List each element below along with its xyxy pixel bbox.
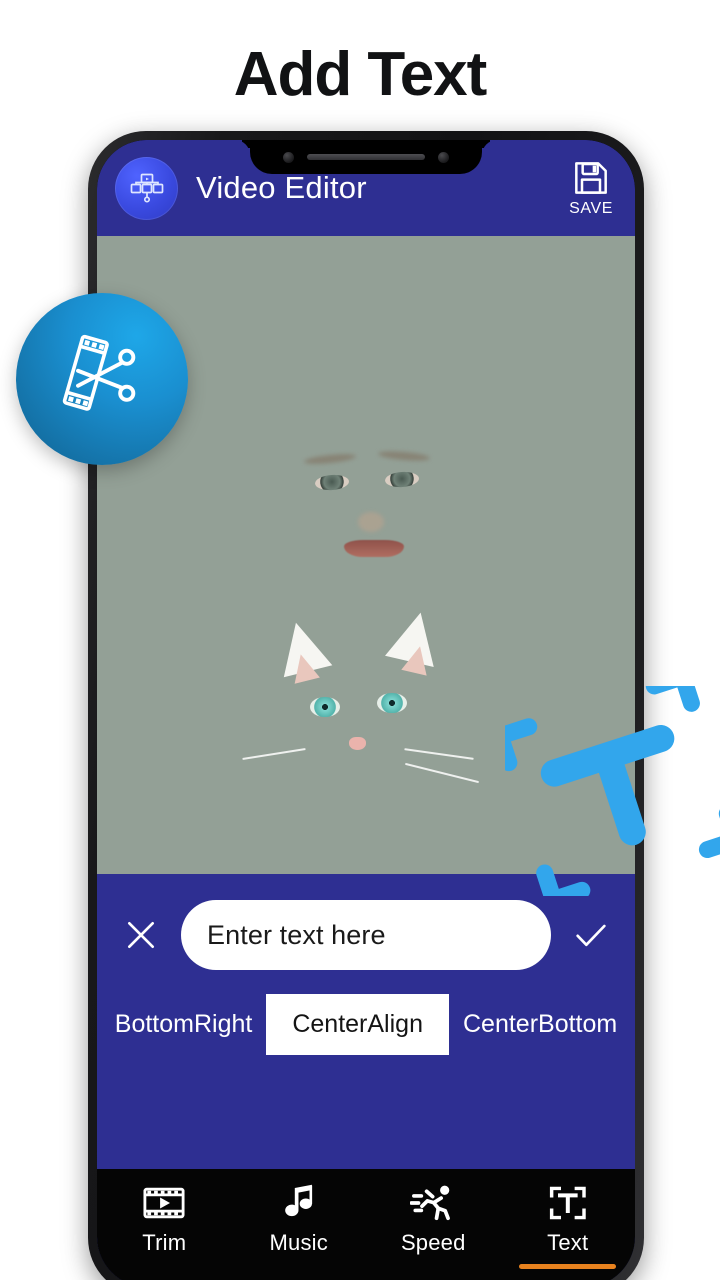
bottom-navigation: Trim Music Speed Text [97, 1169, 635, 1280]
align-option-center-align[interactable]: CenterAlign [266, 994, 449, 1055]
video-editor-app-icon [115, 156, 178, 220]
phone-mockup: Video Editor SAVE Enter text here Bottom… [88, 131, 644, 1280]
screenshot-root: Add Text Video Editor SAVE Enter text he… [0, 0, 720, 1280]
photo-detail [309, 696, 340, 717]
photo-detail [344, 539, 405, 557]
photo-detail [400, 643, 433, 676]
align-option-bottom-right[interactable]: BottomRight [101, 994, 267, 1055]
page-title: Add Text [233, 40, 488, 109]
nav-label-text: Text [547, 1230, 589, 1255]
close-x-icon[interactable] [111, 905, 171, 965]
speaker-grill-icon [307, 154, 425, 160]
text-input[interactable]: Enter text here [181, 900, 551, 970]
nav-item-speed[interactable]: Speed [366, 1183, 501, 1280]
phone-screen-bezel: Video Editor SAVE Enter text here Bottom… [97, 140, 635, 1280]
align-options-row: BottomRight CenterAlign CenterBottom [111, 994, 621, 1055]
save-button[interactable]: SAVE [569, 158, 613, 218]
camera-dot-icon [283, 151, 294, 163]
nav-label-music: Music [269, 1230, 328, 1255]
app-screen: Video Editor SAVE Enter text here Bottom… [97, 140, 635, 1280]
nav-label-speed: Speed [400, 1230, 466, 1255]
camera-dot-icon [438, 151, 449, 163]
app-title: Video Editor [196, 170, 367, 205]
nav-item-trim[interactable]: Trim [97, 1183, 232, 1280]
video-preview[interactable] [97, 236, 635, 874]
text-edit-panel: Enter text here BottomRight CenterAlign … [97, 874, 635, 1169]
nav-item-music[interactable]: Music [232, 1183, 367, 1280]
active-tab-indicator [519, 1264, 617, 1269]
check-icon[interactable] [561, 905, 621, 965]
photo-detail [376, 692, 407, 713]
nav-item-text[interactable]: Text [501, 1183, 636, 1280]
film-scissors-icon [62, 334, 136, 411]
photo-detail [357, 511, 384, 532]
film-scissors-badge [16, 293, 188, 465]
text-input-row: Enter text here [111, 900, 621, 970]
nav-label-trim: Trim [142, 1230, 187, 1255]
phone-notch [250, 140, 482, 174]
align-option-center-bottom[interactable]: CenterBottom [449, 994, 631, 1055]
save-label: SAVE [569, 200, 613, 217]
